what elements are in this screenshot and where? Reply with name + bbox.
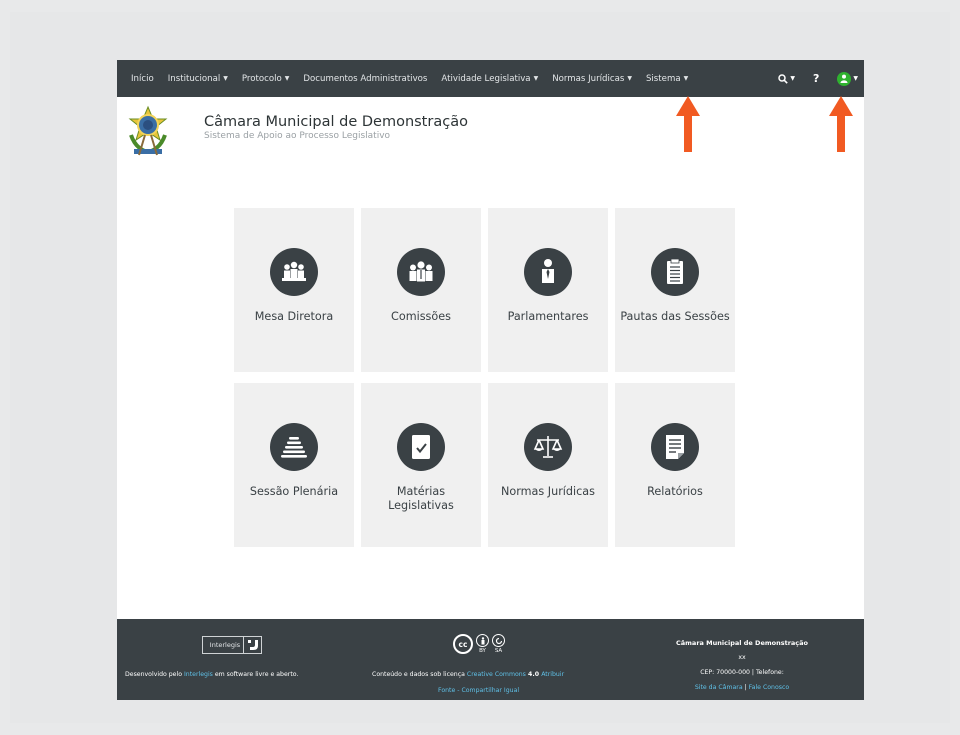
interlegis-link[interactable]: Interlegis [184, 671, 213, 678]
nav-label: Documentos Administrativos [303, 73, 428, 84]
creative-commons-badge[interactable]: cc BY SA [453, 634, 505, 654]
tile-label: Normas Jurídicas [501, 485, 595, 498]
nav-label: Sistema [645, 73, 681, 84]
nav-protocolo[interactable]: Protocolo ▼ [242, 74, 290, 84]
nav-label: Protocolo [241, 73, 282, 84]
comissoes-icon [397, 248, 445, 296]
annotation-arrow-up-icon [676, 96, 700, 152]
interlegis-logo-text: Interlegis [209, 641, 241, 649]
tile-label: Pautas das Sessões [620, 310, 730, 323]
brand-text: Câmara Municipal de Demonstração Sistema… [204, 114, 468, 141]
dev-prefix: Desenvolvido pelo [125, 671, 184, 678]
pautas-icon [651, 248, 699, 296]
cc-sa-icon: SA [492, 634, 505, 654]
caret-down-icon: ▼ [683, 75, 689, 82]
nav-institucional[interactable]: Institucional ▼ [168, 74, 228, 84]
caret-down-icon: ▼ [223, 75, 228, 82]
tile-comissoes[interactable]: Comissões [361, 208, 481, 372]
org-cep-phone: CEP: 70000-000 | Telefone: [700, 669, 784, 676]
nav-label: Institucional [167, 73, 221, 84]
nav-atividade-legislativa[interactable]: Atividade Legislativa ▼ [441, 74, 538, 84]
caret-down-icon: ▼ [284, 75, 290, 82]
fale-conosco-link[interactable]: Fale Conosco [749, 684, 790, 691]
interlegis-logo[interactable]: Interlegis [202, 636, 262, 654]
help-icon: ? [812, 72, 820, 85]
person-icon [476, 634, 489, 647]
share-alike-icon [492, 634, 505, 647]
license-line2-link[interactable]: Fonte - Compartilhar Igual [438, 687, 519, 694]
tile-normas-juridicas[interactable]: Normas Jurídicas [488, 383, 608, 547]
footer-links: Site da Câmara | Fale Conosco [637, 684, 847, 691]
user-avatar-icon [837, 71, 852, 86]
nav-label: Atividade Legislativa [441, 73, 531, 84]
tile-label: Matérias Legislativas [388, 485, 454, 512]
help-button[interactable]: ? [813, 72, 819, 85]
search-dropdown[interactable]: ▼ [778, 73, 795, 84]
nav-sistema[interactable]: Sistema ▼ [646, 74, 688, 84]
org-name: Câmara Municipal de Demonstração [676, 639, 808, 647]
tile-label: Relatórios [647, 485, 703, 498]
license-prefix: Conteúdo e dados sob licença [372, 671, 467, 678]
site-title[interactable]: Câmara Municipal de Demonstração [204, 114, 468, 130]
creative-commons-link[interactable]: Creative Commons [467, 671, 526, 678]
cc-by-label: BY [479, 648, 486, 654]
app-window: Início Institucional ▼ Protocolo ▼ Documen… [117, 60, 864, 700]
license-text: Conteúdo e dados sob licença Creative Co… [372, 671, 564, 678]
nav-normas-juridicas[interactable]: Normas Jurídicas ▼ [552, 74, 632, 84]
tile-sessao-plenaria[interactable]: Sessão Plenária [234, 383, 354, 547]
tile-label: Mesa Diretora [254, 310, 334, 323]
nav-documentos-administrativos[interactable]: Documentos Administrativos [303, 74, 427, 84]
mesa-diretora-icon [270, 248, 318, 296]
dev-suffix: em software livre e aberto. [212, 671, 299, 678]
parlamentares-icon [524, 248, 572, 296]
tile-label: Comissões [391, 310, 451, 323]
search-icon [778, 73, 789, 84]
top-navbar: Início Institucional ▼ Protocolo ▼ Documen… [117, 60, 864, 97]
tile-relatorios[interactable]: Relatórios [615, 383, 735, 547]
site-subtitle: Sistema de Apoio ao Processo Legislativo [204, 131, 391, 141]
org-address: xx [738, 654, 746, 661]
relatorios-icon [651, 423, 699, 471]
user-menu[interactable]: ▼ [837, 71, 858, 86]
caret-down-icon: ▼ [790, 75, 795, 82]
nav-inicio[interactable]: Início [131, 74, 154, 84]
cc-sa-label: SA [494, 648, 503, 654]
tile-mesa-diretora[interactable]: Mesa Diretora [234, 208, 354, 372]
tile-pautas[interactable]: Pautas das Sessões [615, 208, 735, 372]
annotation-arrow-up-icon [829, 96, 853, 152]
license-attr-link[interactable]: Atribuir [541, 671, 564, 678]
caret-down-icon: ▼ [627, 75, 632, 82]
caret-down-icon: ▼ [533, 75, 539, 82]
site-camara-link[interactable]: Site da Câmara [695, 684, 743, 691]
tile-parlamentares[interactable]: Parlamentares [488, 208, 608, 372]
caret-down-icon: ▼ [853, 75, 858, 82]
tile-label: Sessão Plenária [249, 485, 339, 498]
nav-label: Normas Jurídicas [552, 73, 625, 84]
cc-by-icon: BY [476, 634, 489, 654]
interlegis-mark-icon [243, 637, 261, 653]
sessao-plenaria-icon [270, 423, 318, 471]
normas-icon [524, 423, 572, 471]
tile-label: Parlamentares [507, 310, 589, 323]
nav-label: Início [131, 73, 154, 84]
page-footer: Interlegis Desenvolvido pelo Interlegis … [117, 619, 864, 700]
developer-text: Desenvolvido pelo Interlegis em software… [125, 671, 298, 678]
module-grid: Mesa Diretora Comissões Parlamentares Pa… [234, 208, 737, 548]
brand-header: Câmara Municipal de Demonstração Sistema… [125, 105, 468, 157]
cc-icon: cc [453, 634, 473, 654]
nav-right-group: ▼ ? ▼ [778, 60, 858, 97]
coat-of-arms-icon [125, 105, 171, 157]
tile-materias[interactable]: Matérias Legislativas [361, 383, 481, 547]
materias-icon [397, 423, 445, 471]
license-version: 4.0 [525, 671, 542, 678]
